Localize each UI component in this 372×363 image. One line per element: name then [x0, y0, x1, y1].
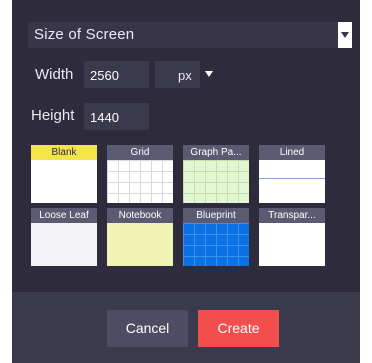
template-preview — [183, 160, 249, 203]
template-label: Blank — [31, 145, 97, 160]
template-blank[interactable]: Blank — [31, 145, 97, 203]
template-transparent[interactable]: Transpar... — [259, 208, 325, 266]
template-label: Loose Leaf — [31, 208, 97, 223]
template-preview — [259, 223, 325, 266]
template-preview — [107, 223, 173, 266]
chevron-down-icon — [341, 32, 349, 38]
template-label: Lined — [259, 145, 325, 160]
new-canvas-dialog: Size of Screen Width 2560 px Height 1440… — [12, 0, 360, 363]
template-label: Transpar... — [259, 208, 325, 223]
unit-value: px — [178, 68, 192, 83]
template-preview — [31, 223, 97, 266]
create-button[interactable]: Create — [198, 310, 279, 347]
unit-dropdown[interactable]: px — [155, 61, 217, 88]
height-label: Height — [31, 107, 75, 124]
template-preview — [183, 223, 249, 266]
cancel-button[interactable]: Cancel — [107, 310, 188, 347]
template-grid[interactable]: Grid — [107, 145, 173, 203]
width-label: Width — [35, 66, 74, 83]
template-lined[interactable]: Lined — [259, 145, 325, 203]
unit-arrow-button[interactable] — [200, 61, 217, 88]
template-preview — [31, 160, 97, 203]
size-preset-dropdown[interactable]: Size of Screen — [28, 22, 352, 48]
chevron-down-icon — [205, 71, 213, 77]
height-input[interactable]: 1440 — [84, 103, 149, 130]
template-preview — [259, 160, 325, 203]
template-notebook[interactable]: Notebook — [107, 208, 173, 266]
ruled-line — [259, 178, 325, 179]
dialog-footer: Cancel Create — [12, 292, 360, 363]
width-input[interactable]: 2560 — [84, 61, 149, 88]
template-graph-paper[interactable]: Graph Pa... — [183, 145, 249, 203]
template-loose-leaf[interactable]: Loose Leaf — [31, 208, 97, 266]
template-label: Graph Pa... — [183, 145, 249, 160]
template-label: Notebook — [107, 208, 173, 223]
size-preset-value: Size of Screen — [34, 26, 135, 43]
template-label: Grid — [107, 145, 173, 160]
size-preset-arrow-button[interactable] — [338, 22, 352, 48]
template-label: Blueprint — [183, 208, 249, 223]
template-blueprint[interactable]: Blueprint — [183, 208, 249, 266]
template-preview — [107, 160, 173, 203]
